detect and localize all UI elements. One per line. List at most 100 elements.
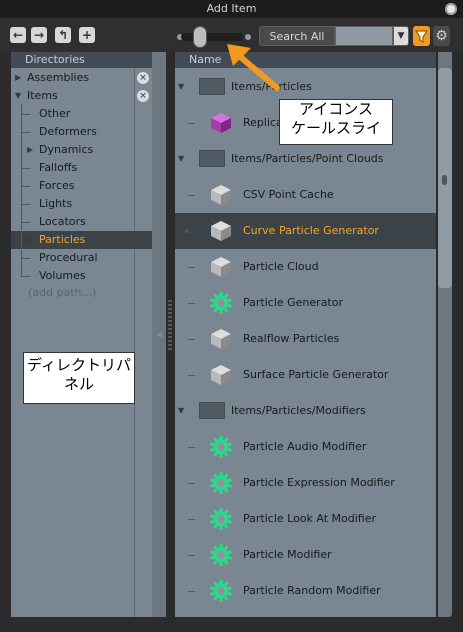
item-row[interactable]: Particle Modifier: [175, 537, 436, 573]
item-label: Particle Expression Modifier: [243, 476, 395, 489]
directory-item-label: Items: [27, 89, 58, 102]
directory-item[interactable]: Other: [11, 105, 152, 123]
tree-connector: [21, 104, 22, 276]
gear-icon: ⚙: [435, 28, 448, 44]
green-gear-icon: [209, 543, 233, 567]
tree-connector: [21, 222, 30, 223]
directory-item-label: Locators: [39, 215, 86, 228]
arrow-right-icon: →: [33, 28, 45, 42]
add-path-link[interactable]: (add path...): [28, 286, 96, 299]
gray-cube-icon: [209, 183, 233, 207]
item-row[interactable]: Particle Cloud: [175, 249, 436, 285]
expand-arrow-right-icon[interactable]: ▶: [15, 69, 21, 87]
icon-scale-slider-knob[interactable]: [193, 26, 207, 48]
settings-button[interactable]: ⚙: [433, 26, 450, 46]
directories-header: Directories: [11, 52, 152, 68]
item-label: Surface Particle Generator: [243, 368, 389, 381]
up-level-icon: ↰: [57, 28, 69, 42]
annotation-line: アイコンス: [299, 100, 373, 118]
annotation-directory-panel: ディレクトリパ ネル: [23, 352, 135, 404]
directory-item[interactable]: Falloffs: [11, 159, 152, 177]
directory-item[interactable]: Forces: [11, 177, 152, 195]
directory-item[interactable]: ▶ Particles: [11, 231, 152, 249]
item-row[interactable]: Surface Particle Generator: [175, 357, 436, 393]
directory-item[interactable]: ▼ Items ×: [11, 87, 152, 105]
directory-item-label: Forces: [39, 179, 75, 192]
tree-connector: [21, 132, 30, 133]
search-dropdown-button[interactable]: ▼: [393, 26, 409, 46]
directory-item-label: Procedural: [39, 251, 98, 264]
remove-directory-icon[interactable]: ×: [137, 72, 149, 84]
green-gear-icon: [209, 291, 233, 315]
directory-item[interactable]: ▶ Assemblies ×: [11, 69, 152, 87]
item-row[interactable]: Particle Expression Modifier: [175, 465, 436, 501]
window-title: Add Item: [206, 2, 257, 15]
tree-connector: [21, 186, 30, 187]
tree-connector: [188, 375, 195, 376]
filter-button[interactable]: [413, 26, 430, 46]
panel-splitter[interactable]: [168, 300, 172, 350]
item-label: Particle Random Modifier: [243, 584, 381, 597]
plus-icon: +: [81, 28, 93, 42]
item-row[interactable]: Particle Random Modifier: [175, 573, 436, 609]
annotation-icon-scale-slider: アイコンス ケールスライ: [279, 99, 393, 145]
remove-directory-icon[interactable]: ×: [137, 90, 149, 102]
name-column-header[interactable]: Name: [175, 52, 436, 68]
directory-item-label: Dynamics: [39, 143, 94, 156]
directory-item[interactable]: Lights: [11, 195, 152, 213]
tree-connector: [21, 204, 30, 205]
group-label: Items/Particles/Point Clouds: [231, 152, 384, 165]
expand-arrow-down-icon[interactable]: ▼: [178, 393, 184, 429]
group-row[interactable]: ▼ Items/Particles/Point Clouds: [175, 141, 436, 177]
item-label: Curve Particle Generator: [243, 224, 379, 237]
item-row[interactable]: Particle Generator: [175, 285, 436, 321]
expand-arrow-down-icon[interactable]: ▼: [15, 87, 21, 105]
item-row[interactable]: Particle Look At Modifier: [175, 501, 436, 537]
expand-arrow-right-icon[interactable]: ▶: [27, 141, 33, 159]
directory-item[interactable]: Volumes: [11, 267, 152, 285]
directory-item-label: Assemblies: [27, 71, 90, 84]
filter-icon: [415, 30, 428, 43]
directory-item-label: Lights: [39, 197, 73, 210]
up-level-button[interactable]: ↰: [55, 27, 71, 43]
expand-arrow-down-icon[interactable]: ▼: [178, 141, 184, 177]
gray-cube-icon: [209, 219, 233, 243]
expand-arrow-down-icon[interactable]: ▼: [178, 69, 184, 105]
tree-connector: [21, 258, 30, 259]
item-label: Realflow Particles: [243, 332, 340, 345]
chevron-down-icon: ▼: [397, 31, 405, 41]
forward-button[interactable]: →: [31, 27, 47, 43]
close-icon[interactable]: [445, 3, 457, 15]
directory-item[interactable]: Deformers: [11, 123, 152, 141]
gray-cube-icon: [209, 327, 233, 351]
tree-connector: [188, 519, 195, 520]
search-input[interactable]: [335, 26, 393, 46]
expand-arrow-right-icon[interactable]: ▶: [27, 231, 33, 249]
tree-connector: [188, 591, 195, 592]
directory-item[interactable]: ▶ Dynamics: [11, 141, 152, 159]
add-button[interactable]: +: [79, 27, 95, 43]
arrow-left-icon: ←: [12, 28, 24, 42]
directory-item[interactable]: Locators: [11, 213, 152, 231]
tree-connector: [188, 483, 195, 484]
green-gear-icon: [209, 507, 233, 531]
tree-connector: [188, 339, 195, 340]
scrollbar-grip-icon: [442, 175, 447, 185]
item-row[interactable]: Particle Audio Modifier: [175, 429, 436, 465]
folder-icon: [199, 402, 225, 419]
directory-item[interactable]: Procedural: [11, 249, 152, 267]
tree-connector: [188, 267, 195, 268]
group-row[interactable]: ▼ Items/Particles/Modifiers: [175, 393, 436, 429]
directory-item-label: Falloffs: [39, 161, 78, 174]
tree-connector: [21, 276, 30, 277]
green-gear-icon: [209, 471, 233, 495]
back-button[interactable]: ←: [10, 27, 26, 43]
item-row[interactable]: CSV Point Cache: [175, 177, 436, 213]
splitter-caret-icon[interactable]: ◀: [156, 330, 162, 339]
tree-connector: [188, 195, 195, 196]
item-row[interactable]: Curve Particle Generator: [175, 213, 436, 249]
item-label: Particle Look At Modifier: [243, 512, 377, 525]
item-label: Particle Cloud: [243, 260, 319, 273]
item-row[interactable]: Realflow Particles: [175, 321, 436, 357]
group-label: Items/Particles/Modifiers: [231, 404, 366, 417]
